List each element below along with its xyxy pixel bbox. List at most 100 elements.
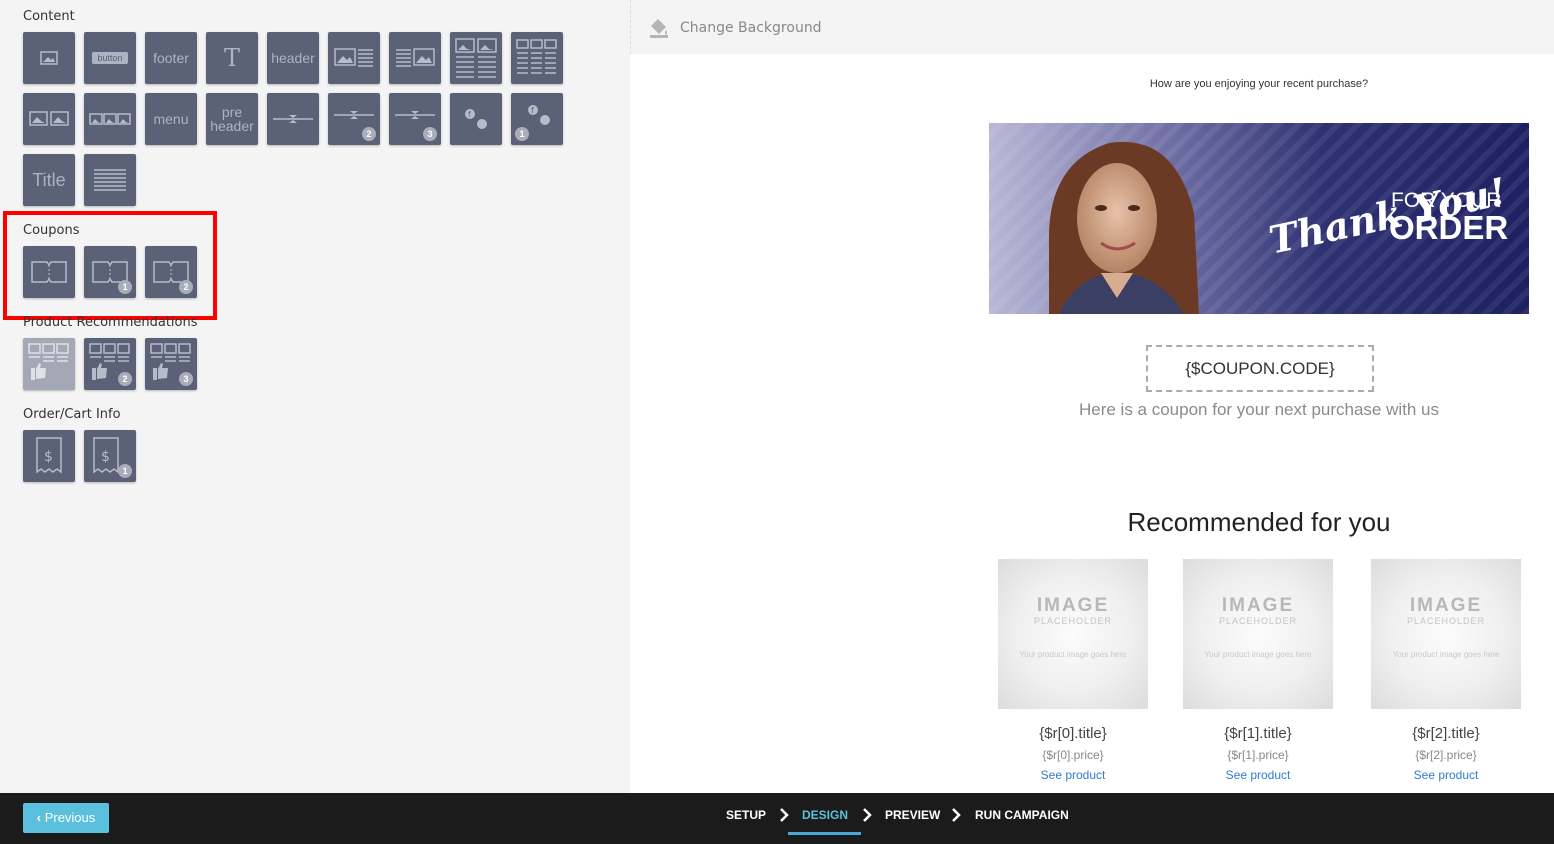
- step-preview[interactable]: PREVIEW: [885, 808, 940, 822]
- three-image-block-tile[interactable]: [84, 93, 136, 145]
- divider-2-block-tile[interactable]: 2: [328, 93, 380, 145]
- banner-order-text: ORDER: [1389, 209, 1509, 246]
- image-text-block-tile[interactable]: [328, 32, 380, 84]
- count-badge: 1: [515, 127, 529, 141]
- divider-icon: [273, 115, 313, 123]
- recommendation-icon: [28, 343, 69, 380]
- three-image-icon: [89, 113, 131, 125]
- product-title: {$r[0].title}: [1039, 725, 1107, 742]
- product-title: {$r[1].title}: [1224, 725, 1292, 742]
- social-1-block-tile[interactable]: f 1: [511, 93, 563, 145]
- product-card[interactable]: IMAGE PLACEHOLDER Your product image goe…: [1371, 559, 1521, 782]
- social-icon: f: [465, 109, 487, 129]
- three-column-icon: [516, 39, 557, 74]
- placeholder-heading: IMAGE: [1036, 595, 1110, 616]
- recommended-title[interactable]: Recommended for you: [989, 507, 1529, 538]
- wizard-footer: ‹ Previous SETUP DESIGN PREVIEW RUN CAMP…: [0, 793, 1554, 844]
- menu-block-tile[interactable]: menu: [145, 93, 197, 145]
- two-image-block-tile[interactable]: [23, 93, 75, 145]
- order-info-block-tile[interactable]: $: [23, 430, 75, 482]
- menu-tile-label: menu: [153, 111, 189, 127]
- chevron-right-icon: [780, 808, 789, 822]
- paragraph-icon: [94, 169, 126, 191]
- svg-text:f: f: [531, 106, 534, 115]
- three-column-block-tile[interactable]: [511, 32, 563, 84]
- count-badge: 2: [362, 127, 376, 141]
- step-run-campaign[interactable]: RUN CAMPAIGN: [975, 808, 1069, 822]
- recommendation-block-tile[interactable]: [23, 338, 75, 390]
- placeholder-caption: Your product image goes here: [1019, 650, 1127, 659]
- preheader-block-tile[interactable]: pre header: [206, 93, 258, 145]
- step-setup[interactable]: SETUP: [726, 808, 766, 822]
- header-block-tile[interactable]: header: [267, 32, 319, 84]
- placeholder-heading: IMAGE: [1409, 595, 1483, 616]
- order-section-title: Order/Cart Info: [23, 407, 121, 422]
- footer-block-tile[interactable]: footer: [145, 32, 197, 84]
- two-image-icon: [29, 111, 69, 126]
- chevron-right-icon: [863, 808, 872, 822]
- preheader-tile-label: pre header: [210, 104, 254, 134]
- placeholder-heading: IMAGE: [1221, 595, 1295, 616]
- divider-block-tile[interactable]: [267, 93, 319, 145]
- image-block-tile[interactable]: [23, 32, 75, 84]
- count-badge: 3: [179, 372, 193, 386]
- paint-bucket-icon[interactable]: [647, 16, 671, 40]
- two-image-text-block-tile[interactable]: [450, 32, 502, 84]
- see-product-link[interactable]: See product: [1371, 768, 1521, 782]
- previous-button[interactable]: ‹ Previous: [23, 803, 109, 833]
- coupon-description[interactable]: Here is a coupon for your next purchase …: [989, 400, 1529, 420]
- image-text-icon: [334, 48, 373, 67]
- svg-text:$: $: [44, 449, 53, 465]
- header-tile-label: header: [271, 50, 315, 66]
- product-price: {$r[0].price}: [1042, 748, 1104, 762]
- count-badge: 3: [423, 127, 437, 141]
- text-block-tile[interactable]: T: [206, 32, 258, 84]
- image-placeholder: IMAGE PLACEHOLDER Your product image goe…: [1371, 559, 1521, 709]
- product-price: {$r[1].price}: [1227, 748, 1289, 762]
- svg-text:f: f: [468, 110, 471, 119]
- placeholder-subheading: PLACEHOLDER: [1033, 616, 1113, 626]
- step-design[interactable]: DESIGN: [802, 808, 848, 822]
- paragraph-block-tile[interactable]: [84, 154, 136, 206]
- footer-tile-label: footer: [153, 50, 189, 66]
- thank-you-banner-image[interactable]: Thank You! FOR YOUR ORDER: [989, 123, 1529, 314]
- product-price: {$r[2].price}: [1415, 748, 1477, 762]
- button-block-tile[interactable]: button: [84, 32, 136, 84]
- divider-3-block-tile[interactable]: 3: [389, 93, 441, 145]
- email-preheader-text[interactable]: How are you enjoying your recent purchas…: [989, 78, 1529, 90]
- recommendation-3-block-tile[interactable]: 3: [145, 338, 197, 390]
- recommendations-section-title: Product Recommendations: [23, 315, 198, 330]
- receipt-icon: $: [36, 437, 62, 474]
- active-step-indicator: [788, 832, 861, 835]
- canvas-toolbar: Change Background: [630, 0, 1554, 54]
- see-product-link[interactable]: See product: [1183, 768, 1333, 782]
- image-placeholder: IMAGE PLACEHOLDER Your product image goe…: [998, 559, 1148, 709]
- block-palette: Content button footer T header menu pre …: [0, 0, 630, 793]
- product-card[interactable]: IMAGE PLACEHOLDER Your product image goe…: [1183, 559, 1333, 782]
- count-badge: 2: [118, 372, 132, 386]
- product-title: {$r[2].title}: [1412, 725, 1480, 742]
- text-image-block-tile[interactable]: [389, 32, 441, 84]
- two-column-image-text-icon: [455, 38, 497, 78]
- see-product-link[interactable]: See product: [998, 768, 1148, 782]
- content-section-title: Content: [23, 9, 75, 24]
- image-icon: [40, 51, 58, 65]
- chevron-right-icon: [952, 808, 961, 822]
- social-block-tile[interactable]: f: [450, 93, 502, 145]
- change-background-button[interactable]: Change Background: [680, 20, 822, 36]
- order-info-1-block-tile[interactable]: $ 1: [84, 430, 136, 482]
- coupons-highlight-box: [3, 211, 217, 320]
- chevron-left-icon: ‹: [36, 810, 42, 825]
- product-card[interactable]: IMAGE PLACEHOLDER Your product image goe…: [998, 559, 1148, 782]
- placeholder-subheading: PLACEHOLDER: [1406, 616, 1486, 626]
- image-placeholder: IMAGE PLACEHOLDER Your product image goe…: [1183, 559, 1333, 709]
- text-image-icon: [396, 48, 435, 67]
- title-block-tile[interactable]: Title: [23, 154, 75, 206]
- recommendation-2-block-tile[interactable]: 2: [84, 338, 136, 390]
- coupon-code-box[interactable]: {$COUPON.CODE}: [1146, 345, 1374, 392]
- text-tile-label: T: [223, 44, 240, 72]
- button-tile-label: button: [92, 52, 128, 64]
- svg-text:$: $: [101, 449, 110, 465]
- count-badge: 1: [118, 464, 132, 478]
- placeholder-caption: Your product image goes here: [1204, 650, 1312, 659]
